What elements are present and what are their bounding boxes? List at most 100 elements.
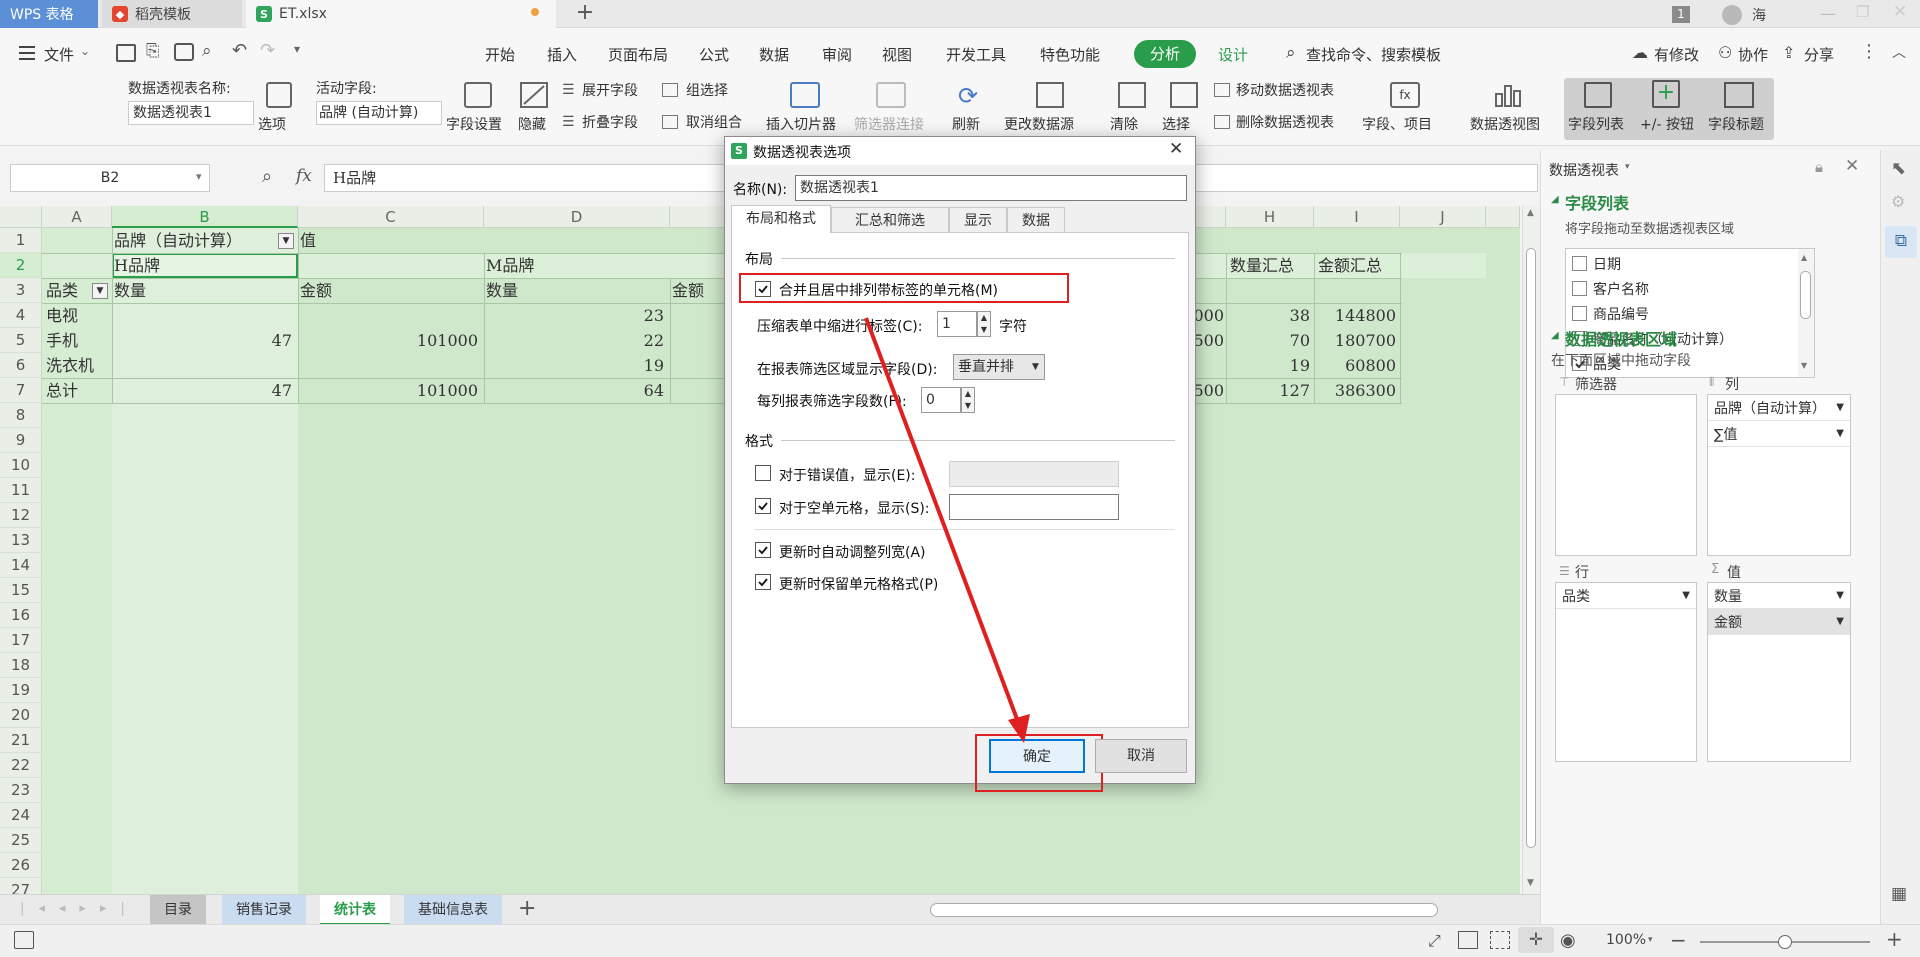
- cell-e3[interactable]: 金额: [672, 278, 704, 303]
- col-header-a[interactable]: A: [42, 206, 112, 228]
- row-header[interactable]: 15: [0, 578, 42, 603]
- cell-c3[interactable]: 金额: [300, 278, 332, 303]
- cell-b7[interactable]: 47: [112, 378, 292, 403]
- field-settings-button[interactable]: 字段设置: [446, 116, 502, 134]
- maximize-icon[interactable]: ❐: [1856, 3, 1874, 21]
- row-header[interactable]: 24: [0, 803, 42, 828]
- dropdown-chevron-icon[interactable]: ▼: [1836, 428, 1844, 439]
- cell-d4[interactable]: 23: [484, 303, 664, 328]
- select-icon[interactable]: [1170, 82, 1198, 108]
- collapse-field-button[interactable]: 折叠字段: [582, 114, 638, 132]
- pt-name-input[interactable]: 数据透视表1: [128, 101, 254, 125]
- cell-a7[interactable]: 总计: [46, 378, 78, 403]
- empty-cell-label[interactable]: 对于空单元格，显示(S):: [779, 498, 930, 518]
- sheet-nav-icons[interactable]: |◂◂▸▸|: [20, 901, 139, 916]
- move-pivot-button[interactable]: 移动数据透视表: [1236, 82, 1334, 100]
- cell-b5[interactable]: 47: [112, 328, 292, 353]
- merge-center-label[interactable]: 合并且居中排列带标签的单元格(M): [779, 280, 998, 300]
- row-header[interactable]: 20: [0, 703, 42, 728]
- column-area-box[interactable]: 品牌（自动计算） ▼ ∑值 ▼: [1707, 394, 1851, 556]
- reading-mode-icon[interactable]: ✛: [1518, 927, 1554, 953]
- empty-cell-checkbox[interactable]: [755, 498, 771, 514]
- col-header-j[interactable]: J: [1400, 206, 1486, 228]
- share-button[interactable]: 分享: [1804, 44, 1834, 66]
- row-header[interactable]: 18: [0, 653, 42, 678]
- field-list-icon[interactable]: [1584, 82, 1612, 108]
- panel-title-chevron-icon[interactable]: ▾: [1625, 162, 1630, 172]
- file-chevron-icon[interactable]: ⌄: [80, 44, 90, 58]
- menu-data[interactable]: 数据: [759, 44, 789, 66]
- row-header[interactable]: 14: [0, 553, 42, 578]
- close-window-icon[interactable]: ✕: [1893, 2, 1911, 22]
- row-header[interactable]: 7: [0, 378, 42, 403]
- cell-i5[interactable]: 180700: [1314, 328, 1396, 353]
- options-button[interactable]: 选项: [258, 116, 286, 134]
- zoom-level[interactable]: 100%: [1606, 932, 1646, 948]
- redo-icon[interactable]: ↷: [260, 40, 275, 61]
- cell-h2[interactable]: 数量汇总: [1230, 253, 1294, 278]
- preserve-format-label[interactable]: 更新时保留单元格格式(P): [779, 574, 938, 594]
- cell-c1[interactable]: 值: [300, 228, 316, 253]
- cell-d7[interactable]: 64: [484, 378, 664, 403]
- ungroup-button[interactable]: 取消组合: [686, 114, 742, 132]
- menu-insert[interactable]: 插入: [547, 44, 577, 66]
- cell-i7[interactable]: 386300: [1314, 378, 1396, 403]
- cell-c7[interactable]: 101000: [298, 378, 478, 403]
- empty-cell-input[interactable]: [949, 494, 1119, 520]
- cell-d3[interactable]: 数量: [486, 278, 518, 303]
- field-settings-icon[interactable]: [464, 82, 492, 108]
- value-field-amount[interactable]: 金额 ▼: [1708, 609, 1850, 635]
- cell-b3[interactable]: 数量: [114, 278, 146, 303]
- row-header[interactable]: 23: [0, 778, 42, 803]
- macro-record-icon[interactable]: [14, 931, 34, 949]
- add-sheet-button[interactable]: +: [518, 895, 536, 923]
- row-header[interactable]: 6: [0, 353, 42, 378]
- field-headers-toggle[interactable]: 字段标题: [1708, 116, 1764, 134]
- row-header[interactable]: 3: [0, 278, 42, 303]
- row-header[interactable]: 26: [0, 853, 42, 878]
- indent-input[interactable]: 1: [937, 311, 977, 337]
- autofit-checkbox[interactable]: [755, 542, 771, 558]
- tab-file-et[interactable]: S ET.xlsx: [246, 0, 556, 28]
- indent-spinner-icon[interactable]: ▲ ▼: [977, 311, 991, 337]
- panel-title[interactable]: 数据透视表: [1549, 160, 1619, 180]
- filters-spinner-icon[interactable]: ▲ ▼: [961, 387, 975, 413]
- cell-h7[interactable]: 127: [1226, 378, 1310, 403]
- slicer-icon[interactable]: [790, 82, 820, 108]
- apps-grid-icon[interactable]: ▦: [1891, 884, 1907, 904]
- sheet-tab-catalog[interactable]: 目录: [150, 895, 206, 925]
- menu-view[interactable]: 视图: [882, 44, 912, 66]
- scroll-down-icon[interactable]: ▼: [1527, 878, 1534, 888]
- normal-view-icon[interactable]: [1458, 931, 1478, 949]
- refresh-button[interactable]: 刷新: [952, 116, 980, 134]
- tab-display[interactable]: 显示: [949, 207, 1007, 233]
- window-count-badge[interactable]: 1: [1672, 6, 1690, 23]
- expand-field-button[interactable]: 展开字段: [582, 82, 638, 100]
- hide-button[interactable]: 隐藏: [518, 116, 546, 134]
- cell-d6[interactable]: 19: [484, 353, 664, 378]
- dropdown-chevron-icon[interactable]: ▼: [1836, 402, 1844, 413]
- cell-h4[interactable]: 38: [1226, 303, 1310, 328]
- col-header-h[interactable]: H: [1226, 206, 1314, 228]
- row-header[interactable]: 19: [0, 678, 42, 703]
- cell-a4[interactable]: 电视: [46, 303, 78, 328]
- value-area-box[interactable]: 数量 ▼ 金额 ▼: [1707, 582, 1851, 762]
- avatar[interactable]: [1722, 5, 1742, 25]
- col-header-d[interactable]: D: [484, 206, 670, 228]
- row-header[interactable]: 27: [0, 878, 42, 894]
- cell-b1[interactable]: 品牌（自动计算）: [114, 228, 242, 253]
- error-value-label[interactable]: 对于错误值，显示(E):: [779, 465, 916, 485]
- tab-layout-format[interactable]: 布局和格式: [731, 205, 831, 233]
- select-chevron-icon[interactable]: ▼: [1032, 355, 1039, 379]
- active-field-input[interactable]: 品牌 (自动计算): [316, 101, 442, 125]
- fx-icon[interactable]: fx: [296, 166, 312, 186]
- cell-h5[interactable]: 70: [1226, 328, 1310, 353]
- scroll-up-icon[interactable]: ▲: [1527, 208, 1534, 218]
- field-list-toggle[interactable]: 字段列表: [1568, 116, 1624, 134]
- row-header[interactable]: 16: [0, 603, 42, 628]
- menu-start[interactable]: 开始: [485, 44, 515, 66]
- checkbox-icon[interactable]: [1572, 306, 1587, 321]
- cell-b2[interactable]: H品牌: [114, 253, 160, 278]
- zoom-out-icon[interactable]: −: [1670, 928, 1687, 952]
- pivot-name-input[interactable]: 数据透视表1: [795, 175, 1187, 201]
